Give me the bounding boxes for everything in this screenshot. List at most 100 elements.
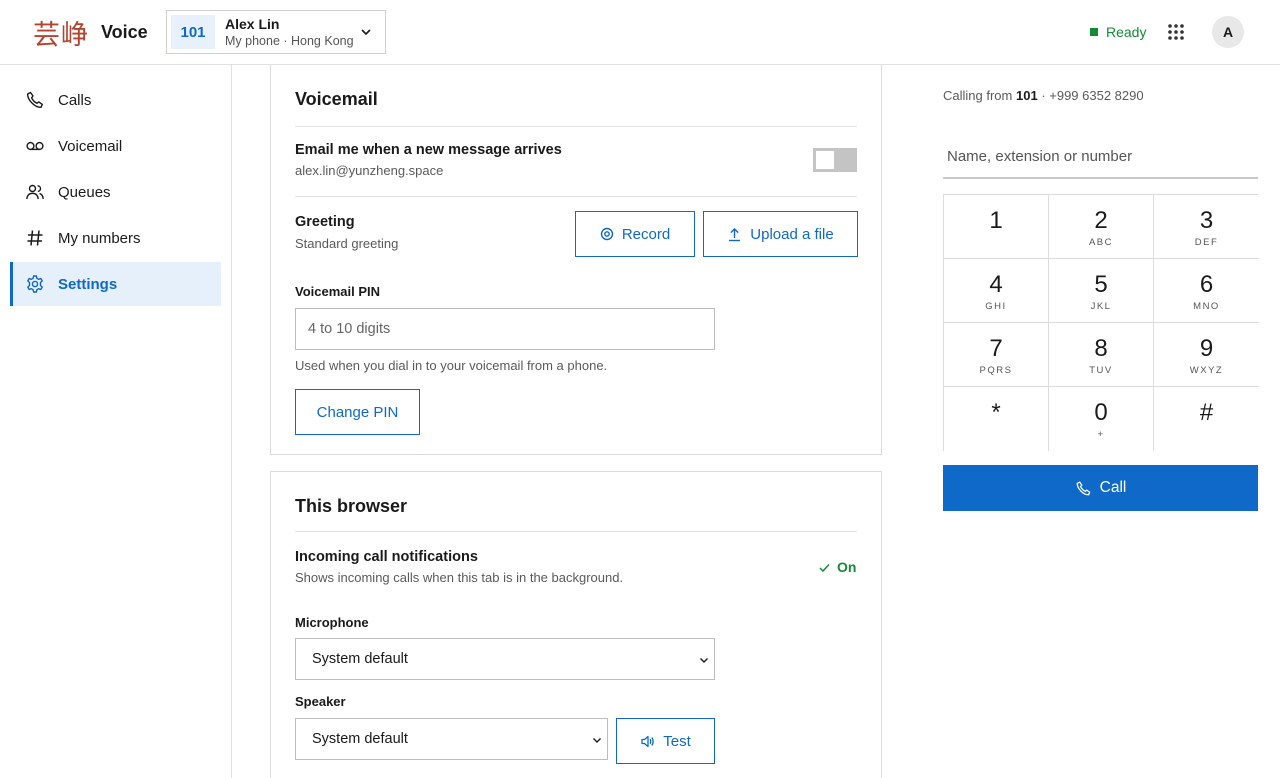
voicemail-icon bbox=[26, 141, 44, 151]
key-digit: 3 bbox=[1199, 207, 1214, 234]
avatar[interactable]: A bbox=[1212, 16, 1244, 48]
user-name: Alex Lin bbox=[225, 15, 280, 32]
record-greeting-button[interactable]: Record bbox=[575, 211, 695, 257]
key-letters: WXYZ bbox=[1189, 365, 1224, 376]
key-4[interactable]: 4 GHI bbox=[944, 259, 1049, 323]
calling-from-extension: 101 bbox=[1015, 88, 1038, 103]
dial-keypad: 1 2 ABC 3 DEF 4 GHI 5 JKL 6 MNO 7 PQRS 8 TUV 9 W… bbox=[943, 194, 1259, 451]
email-notification-toggle[interactable] bbox=[813, 148, 857, 172]
microphone-selected-value: System default bbox=[312, 651, 408, 667]
browser-settings-card: This browser Incoming call notifications… bbox=[270, 471, 882, 778]
key-6[interactable]: 6 MNO bbox=[1154, 259, 1259, 323]
dial-input[interactable] bbox=[943, 135, 1258, 179]
greeting-title: Greeting bbox=[295, 214, 355, 230]
key-0[interactable]: 0 + bbox=[1049, 387, 1154, 451]
email-notification-title: Email me when a new message arrives bbox=[295, 142, 562, 158]
sidebar: Calls Voicemail Queues My numbers Settin… bbox=[0, 65, 232, 778]
toggle-knob bbox=[816, 151, 834, 169]
key-3[interactable]: 3 DEF bbox=[1154, 195, 1259, 259]
sidebar-item-calls[interactable]: Calls bbox=[10, 78, 221, 122]
sidebar-item-my-numbers[interactable]: My numbers bbox=[10, 216, 221, 260]
apps-grid-icon[interactable] bbox=[1166, 22, 1186, 42]
greeting-type: Standard greeting bbox=[295, 236, 399, 251]
call-notifications-description: Shows incoming calls when this tab is in… bbox=[295, 570, 624, 585]
voicemail-pin-help: Used when you dial in to your voicemail … bbox=[295, 358, 608, 373]
speaker-selected-value: System default bbox=[312, 731, 408, 747]
dialer-panel: Calling from 101 · +999 6352 8290 1 2 ABC… bbox=[921, 65, 1280, 778]
divider bbox=[295, 196, 857, 197]
key-star[interactable]: * bbox=[944, 387, 1049, 451]
sidebar-item-label: Calls bbox=[58, 91, 92, 109]
user-device-location: My phone · Hong Kong bbox=[225, 33, 354, 48]
key-letters: GHI bbox=[985, 301, 1007, 312]
call-button[interactable]: Call bbox=[943, 465, 1258, 511]
key-digit: * bbox=[991, 399, 1001, 426]
test-speaker-button[interactable]: Test bbox=[616, 718, 715, 764]
calling-from: Calling from 101 · +999 6352 8290 bbox=[943, 88, 1144, 103]
key-9[interactable]: 9 WXYZ bbox=[1154, 323, 1259, 387]
status-text: Ready bbox=[1106, 24, 1147, 40]
settings-content[interactable]: Voicemail Email me when a new message ar… bbox=[232, 65, 921, 778]
status-dot bbox=[1090, 28, 1098, 36]
browser-section-title: This browser bbox=[295, 496, 408, 516]
key-digit: 8 bbox=[1094, 335, 1108, 362]
users-icon bbox=[26, 184, 44, 200]
upload-greeting-button[interactable]: Upload a file bbox=[703, 211, 858, 257]
top-header: 芸峥 Voice 101 Alex Lin My phone · Hong Ko… bbox=[0, 0, 1280, 65]
upload-icon bbox=[729, 227, 741, 241]
logo[interactable]: 芸峥 Voice bbox=[33, 14, 148, 51]
hash-icon bbox=[27, 230, 43, 246]
key-digit: 1 bbox=[989, 207, 1003, 234]
sidebar-item-settings[interactable]: Settings bbox=[10, 262, 221, 306]
speaker-label: Speaker bbox=[295, 694, 346, 709]
logo-mark: 芸峥 bbox=[33, 19, 89, 51]
key-letters: + bbox=[1097, 429, 1105, 440]
key-5[interactable]: 5 JKL bbox=[1049, 259, 1154, 323]
microphone-select[interactable]: System default bbox=[295, 638, 715, 680]
key-digit: 5 bbox=[1094, 271, 1108, 298]
key-8[interactable]: 8 TUV bbox=[1049, 323, 1154, 387]
change-pin-label: Change PIN bbox=[316, 403, 399, 421]
key-letters: ABC bbox=[1088, 237, 1114, 248]
check-icon bbox=[819, 563, 830, 572]
phone-icon bbox=[1076, 480, 1090, 495]
sidebar-item-label: Voicemail bbox=[58, 137, 123, 155]
chevron-down-icon bbox=[700, 658, 708, 663]
speaker-select[interactable]: System default bbox=[295, 718, 608, 760]
call-label: Call bbox=[1099, 479, 1127, 496]
voicemail-section-title: Voicemail bbox=[295, 89, 378, 109]
key-2[interactable]: 2 ABC bbox=[1049, 195, 1154, 259]
sidebar-item-voicemail[interactable]: Voicemail bbox=[10, 124, 221, 168]
key-digit: 2 bbox=[1094, 207, 1108, 234]
voicemail-settings-card: Voicemail Email me when a new message ar… bbox=[270, 65, 882, 455]
call-notifications-title: Incoming call notifications bbox=[295, 549, 478, 565]
email-address: alex.lin@yunzheng.space bbox=[295, 163, 444, 178]
key-letters: JKL bbox=[1090, 301, 1112, 312]
key-7[interactable]: 7 PQRS bbox=[944, 323, 1049, 387]
change-pin-button[interactable]: Change PIN bbox=[295, 389, 420, 435]
voicemail-pin-input[interactable] bbox=[295, 308, 715, 350]
record-label: Record bbox=[621, 225, 671, 243]
key-1[interactable]: 1 bbox=[944, 195, 1049, 259]
test-label: Test bbox=[663, 732, 691, 750]
chevron-down-icon bbox=[593, 738, 601, 743]
extension-picker[interactable]: 101 Alex Lin My phone · Hong Kong bbox=[166, 10, 386, 54]
key-digit: 0 bbox=[1094, 399, 1108, 426]
key-letters: PQRS bbox=[979, 365, 1013, 376]
key-letters: MNO bbox=[1193, 301, 1220, 312]
key-digit: # bbox=[1199, 399, 1214, 426]
notifications-status: On bbox=[818, 559, 856, 575]
sidebar-item-label: Queues bbox=[58, 183, 111, 201]
extension-badge: 101 bbox=[171, 15, 215, 49]
chevron-down-icon bbox=[361, 29, 371, 36]
divider bbox=[295, 531, 857, 532]
sidebar-item-queues[interactable]: Queues bbox=[10, 170, 221, 214]
key-hash[interactable]: # bbox=[1154, 387, 1259, 451]
key-digit: 6 bbox=[1199, 271, 1214, 298]
phone-icon bbox=[26, 91, 43, 109]
microphone-label: Microphone bbox=[295, 615, 369, 630]
speaker-icon bbox=[641, 735, 654, 747]
presence-status[interactable]: Ready bbox=[1090, 24, 1146, 40]
divider bbox=[295, 126, 857, 127]
key-digit: 7 bbox=[989, 335, 1003, 362]
